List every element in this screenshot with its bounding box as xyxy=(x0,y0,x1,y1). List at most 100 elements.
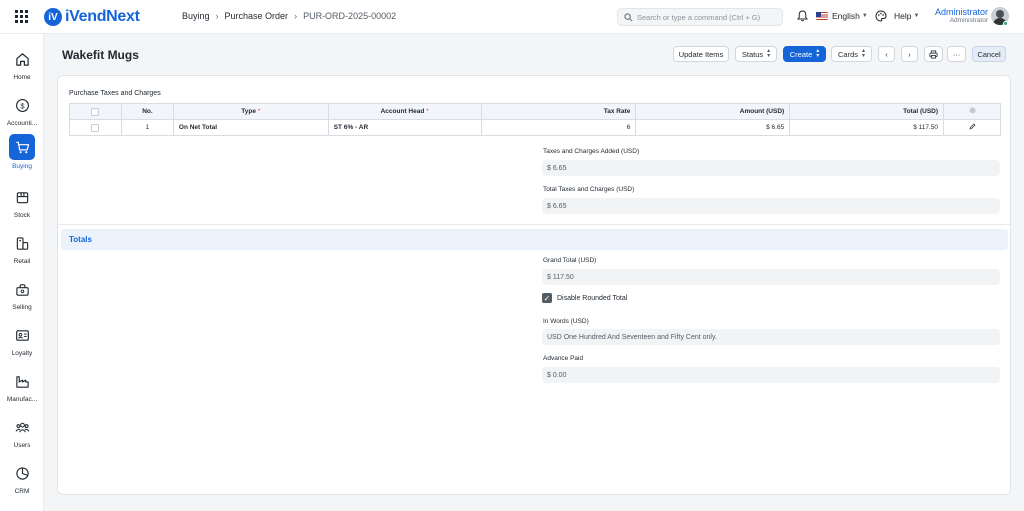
advance-paid-label: Advance Paid xyxy=(543,355,584,362)
sidebar-item-accounting[interactable]: $ Accounti... xyxy=(0,91,44,133)
previous-button[interactable]: ‹ xyxy=(878,46,895,62)
help-label: Help xyxy=(894,11,912,21)
sidebar-item-stock[interactable]: Stock xyxy=(0,183,44,225)
column-header-account-head: Account Head xyxy=(327,103,482,120)
row-amount[interactable]: $ 6.65 xyxy=(635,119,791,136)
print-button[interactable] xyxy=(924,46,943,62)
row-total[interactable]: $ 117.50 xyxy=(789,119,945,136)
table-row[interactable]: 1 On Net Total ST 6% - AR 6 $ 6.65 $ 117… xyxy=(69,119,1001,136)
box-icon xyxy=(12,187,32,207)
in-words-label: In Words (USD) xyxy=(543,318,589,325)
totals-section-title: Totals xyxy=(69,235,92,244)
logo-mark: iV xyxy=(44,8,62,26)
row-no: 1 xyxy=(120,119,174,136)
advance-paid-field[interactable]: $ 0.00 xyxy=(542,367,1000,383)
create-button[interactable]: Create ▴ ▾ xyxy=(783,46,826,62)
updown-chevron-icon: ▴ ▾ xyxy=(816,48,820,59)
updown-chevron-icon: ▴ ▾ xyxy=(767,48,771,59)
cards-button[interactable]: Cards ▴ ▾ xyxy=(831,46,872,62)
sidebar-item-retail[interactable]: Retail xyxy=(0,229,44,271)
column-settings-cell[interactable] xyxy=(943,103,1001,120)
more-label: ··· xyxy=(952,49,961,59)
sidebar-item-users[interactable]: Users xyxy=(0,413,44,455)
row-edit-cell[interactable] xyxy=(943,119,1001,136)
settings-gear-icon[interactable] xyxy=(969,107,976,114)
more-actions-button[interactable]: ··· xyxy=(947,46,966,62)
online-status-indicator xyxy=(1003,21,1008,26)
cancel-label: Cancel xyxy=(977,49,1001,59)
breadcrumb-document[interactable]: PUR-ORD-2025-00002 xyxy=(303,11,396,21)
app-grid-icon[interactable] xyxy=(15,10,28,23)
cart-icon xyxy=(9,134,35,160)
in-words-field[interactable]: USD One Hundred And Seventeen and Fifty … xyxy=(542,329,1000,345)
disable-rounded-total-label: Disable Rounded Total xyxy=(557,294,628,302)
sidebar-item-label: CRM xyxy=(14,488,30,495)
form-card: Purchase Taxes and Charges No. Type Acco… xyxy=(57,75,1011,495)
logo-text: iVendNext xyxy=(65,8,140,25)
disable-rounded-total-row[interactable]: ✓ Disable Rounded Total xyxy=(542,293,627,303)
create-label: Create xyxy=(789,49,813,59)
row-account-head[interactable]: ST 6% - AR xyxy=(327,119,482,136)
sidebar-item-loyalty[interactable]: Loyalty xyxy=(0,321,44,363)
totals-section-header[interactable]: Totals xyxy=(61,229,1008,250)
notification-bell-icon[interactable] xyxy=(797,10,808,22)
taxes-table: No. Type Account Head Tax Rate Amount (U… xyxy=(69,103,1001,136)
sidebar-item-label: Buying xyxy=(12,163,32,170)
select-all-checkbox[interactable] xyxy=(91,107,100,116)
total-taxes-label: Total Taxes and Charges (USD) xyxy=(543,186,635,193)
status-label: Status xyxy=(741,49,764,59)
app-logo[interactable]: iV iVendNext xyxy=(44,7,140,27)
us-flag-icon xyxy=(816,12,828,20)
edit-pencil-icon[interactable] xyxy=(969,123,976,130)
dollar-icon: $ xyxy=(12,95,32,115)
cancel-button[interactable]: Cancel xyxy=(972,46,1006,62)
users-icon xyxy=(12,417,32,437)
user-name: Administrator xyxy=(934,7,988,17)
sidebar: Home $ Accounti... Buying Stock Retail S… xyxy=(0,34,44,511)
sidebar-item-selling[interactable]: Selling xyxy=(0,275,44,317)
search-input[interactable] xyxy=(637,12,777,22)
sidebar-item-crm[interactable]: CRM xyxy=(0,459,44,501)
select-all-cell[interactable] xyxy=(69,103,122,120)
update-items-button[interactable]: Update Items xyxy=(673,46,729,62)
row-select-cell[interactable] xyxy=(69,119,122,136)
row-type[interactable]: On Net Total xyxy=(172,119,329,136)
sidebar-item-label: Retail xyxy=(13,258,31,265)
status-button[interactable]: Status ▴ ▾ xyxy=(735,46,777,62)
row-checkbox[interactable] xyxy=(91,123,100,132)
row-tax-rate[interactable]: 6 xyxy=(480,119,637,136)
grand-total-field[interactable]: $ 117.50 xyxy=(542,269,1000,285)
breadcrumb-purchase-order[interactable]: Purchase Order xyxy=(225,11,289,21)
theme-palette-icon[interactable] xyxy=(875,10,887,22)
breadcrumb-buying[interactable]: Buying xyxy=(182,11,210,21)
page-title: Wakefit Mugs xyxy=(62,48,139,62)
grand-total-label: Grand Total (USD) xyxy=(543,257,597,264)
sidebar-item-home[interactable]: Home xyxy=(0,45,44,87)
language-label: English xyxy=(832,11,860,21)
chevron-right-icon: › xyxy=(294,11,298,21)
total-taxes-field[interactable]: $ 6.65 xyxy=(542,198,1000,214)
printer-icon xyxy=(929,49,938,59)
loyalty-icon xyxy=(12,325,32,345)
taxes-added-field[interactable]: $ 6.65 xyxy=(542,160,1000,176)
sidebar-item-buying[interactable]: Buying xyxy=(0,134,44,176)
help-menu[interactable]: Help ▼ xyxy=(894,11,919,21)
column-header-total: Total (USD) xyxy=(789,103,945,120)
chevron-down-icon: ▼ xyxy=(913,13,920,19)
chevron-down-icon: ▼ xyxy=(861,13,868,19)
chevron-right-icon: › xyxy=(908,49,911,59)
user-menu[interactable]: Administrator Administrator xyxy=(930,7,988,24)
disable-rounded-total-checkbox[interactable]: ✓ xyxy=(542,293,552,303)
sidebar-item-manufacturing[interactable]: Manufac... xyxy=(0,367,44,409)
updown-chevron-icon: ▴ ▾ xyxy=(862,48,866,59)
sidebar-item-label: Manufac... xyxy=(6,396,38,403)
language-selector[interactable]: English ▼ xyxy=(816,11,868,21)
next-button[interactable]: › xyxy=(901,46,918,62)
retail-icon xyxy=(12,233,32,253)
column-header-no: No. xyxy=(120,103,174,120)
column-header-tax-rate: Tax Rate xyxy=(480,103,637,120)
taxes-added-label: Taxes and Charges Added (USD) xyxy=(543,148,640,155)
chevron-left-icon: ‹ xyxy=(885,49,888,59)
user-role: Administrator xyxy=(949,17,988,24)
search-bar[interactable] xyxy=(617,8,783,26)
